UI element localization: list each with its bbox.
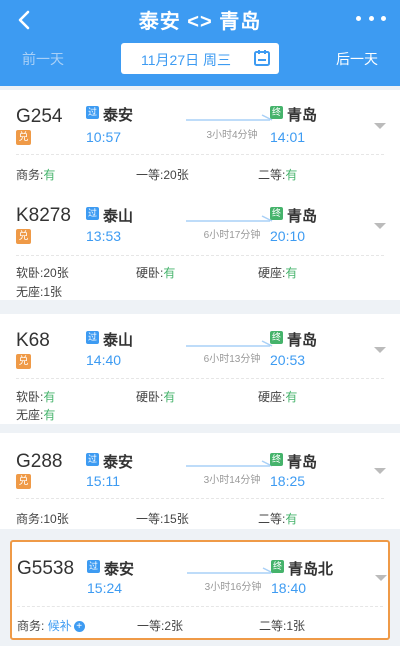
- route-arrow-icon: [187, 567, 274, 574]
- from-station: 泰安: [104, 561, 135, 578]
- seat-info: 商务:有: [16, 168, 56, 182]
- more-dot-icon: [381, 15, 386, 21]
- seat-info: 软卧:有: [16, 390, 56, 404]
- seat-info: 无座:1张: [16, 285, 63, 299]
- plus-circle-icon[interactable]: +: [73, 621, 85, 633]
- route-arrow-icon: [186, 460, 273, 467]
- pass-badge: 过: [87, 560, 100, 573]
- chevron-down-icon[interactable]: [373, 121, 387, 131]
- arrival-time: 18:40: [271, 580, 307, 596]
- seat-info: 硬卧:有: [136, 266, 176, 280]
- divider: [17, 606, 383, 607]
- to-station: 青岛: [287, 107, 318, 124]
- from-station: 泰安: [103, 454, 134, 471]
- pass-badge: 过: [86, 207, 99, 220]
- more-dot-icon: [368, 15, 374, 21]
- seat-info: 一等:2张: [137, 619, 184, 633]
- train-card[interactable]: K68 兑 过 泰山 14:40 6小时13分钟 终 青岛 20:53 软卧:有…: [0, 314, 400, 424]
- departure-time: 15:24: [87, 580, 123, 596]
- more-button[interactable]: [356, 8, 386, 28]
- route-arrow-icon: [186, 215, 273, 222]
- to-station: 青岛北: [288, 561, 334, 578]
- departure-time: 15:11: [86, 473, 120, 489]
- departure-time: 14:40: [86, 352, 122, 368]
- seat-info: 一等:20张: [136, 168, 189, 182]
- pass-badge: 过: [86, 106, 99, 119]
- next-day-button[interactable]: 后一天: [336, 49, 378, 69]
- route-arrow-icon: [186, 340, 273, 347]
- seat-info: 一等:15张: [136, 512, 189, 526]
- terminal-badge: 终: [271, 560, 284, 573]
- pass-badge: 过: [86, 331, 99, 344]
- seat-info: 二等:1张: [259, 619, 306, 633]
- train-card-selected[interactable]: G5538 过 泰安 15:24 3小时16分钟 终 青岛北 18:40 商务:…: [10, 540, 390, 640]
- chevron-down-icon[interactable]: [373, 345, 387, 355]
- seat-info: 商务:10张: [16, 512, 69, 526]
- train-card[interactable]: G288 兑 过 泰安 15:11 3小时14分钟 终 青岛 18:25 商务:…: [0, 433, 400, 529]
- route-arrow-icon: [186, 114, 273, 121]
- chevron-down-icon[interactable]: [374, 573, 388, 583]
- seat-info: 硬座:有: [258, 390, 298, 404]
- date-label: 11月27日 周三: [141, 52, 231, 68]
- seat-info: 二等:有: [258, 168, 298, 182]
- to-station: 青岛: [287, 454, 318, 471]
- top-bar: 泰安 <> 青岛 前一天 11月27日 周三 后一天: [0, 0, 400, 86]
- terminal-badge: 终: [270, 106, 283, 119]
- arrival-time: 20:53: [270, 352, 306, 368]
- train-number: K8278: [16, 205, 71, 226]
- terminal-badge: 终: [270, 331, 283, 344]
- train-number: K68: [16, 330, 50, 351]
- departure-time: 13:53: [86, 228, 122, 244]
- seat-info: 硬座:有: [258, 266, 298, 280]
- terminal-badge: 终: [270, 207, 283, 220]
- train-number: G5538: [17, 558, 75, 579]
- exchange-badge: 兑: [16, 229, 31, 244]
- waitlist-link[interactable]: 候补: [48, 619, 72, 633]
- train-card[interactable]: K8278 兑 过 泰山 13:53 6小时17分钟 终 青岛 20:10 软卧…: [0, 185, 400, 300]
- exchange-badge: 兑: [16, 354, 31, 369]
- from-station: 泰山: [103, 208, 134, 225]
- exchange-badge: 兑: [16, 130, 31, 145]
- exchange-badge: 兑: [16, 474, 31, 489]
- divider: [16, 154, 384, 155]
- train-card[interactable]: G254 兑 过 泰安 10:57 3小时4分钟 终 青岛 14:01 商务:有…: [0, 90, 400, 185]
- from-station: 泰安: [103, 107, 134, 124]
- departure-time: 10:57: [86, 129, 122, 145]
- to-station: 青岛: [287, 208, 318, 225]
- seat-info: 软卧:20张: [16, 266, 69, 280]
- seat-info: 无座:有: [16, 408, 56, 422]
- seat-info: 硬卧:有: [136, 390, 176, 404]
- chevron-down-icon[interactable]: [373, 466, 387, 476]
- date-picker[interactable]: 11月27日 周三: [121, 43, 279, 74]
- arrival-time: 18:25: [270, 473, 306, 489]
- page-title: 泰安 <> 青岛: [138, 11, 262, 33]
- seat-info: 商务: 候补 +: [17, 617, 85, 634]
- calendar-icon: [254, 50, 270, 66]
- divider: [16, 378, 384, 379]
- chevron-down-icon[interactable]: [373, 221, 387, 231]
- prev-day-button[interactable]: 前一天: [22, 49, 64, 69]
- seat-info: 二等:有: [258, 512, 298, 526]
- to-station: 青岛: [287, 332, 318, 349]
- more-dot-icon: [356, 15, 361, 21]
- terminal-badge: 终: [270, 453, 283, 466]
- divider: [16, 498, 384, 499]
- arrival-time: 14:01: [270, 129, 306, 145]
- pass-badge: 过: [86, 453, 99, 466]
- train-number: G254: [16, 106, 63, 127]
- arrival-time: 20:10: [270, 228, 306, 244]
- train-number: G288: [16, 451, 63, 472]
- divider: [16, 255, 384, 256]
- from-station: 泰山: [103, 332, 134, 349]
